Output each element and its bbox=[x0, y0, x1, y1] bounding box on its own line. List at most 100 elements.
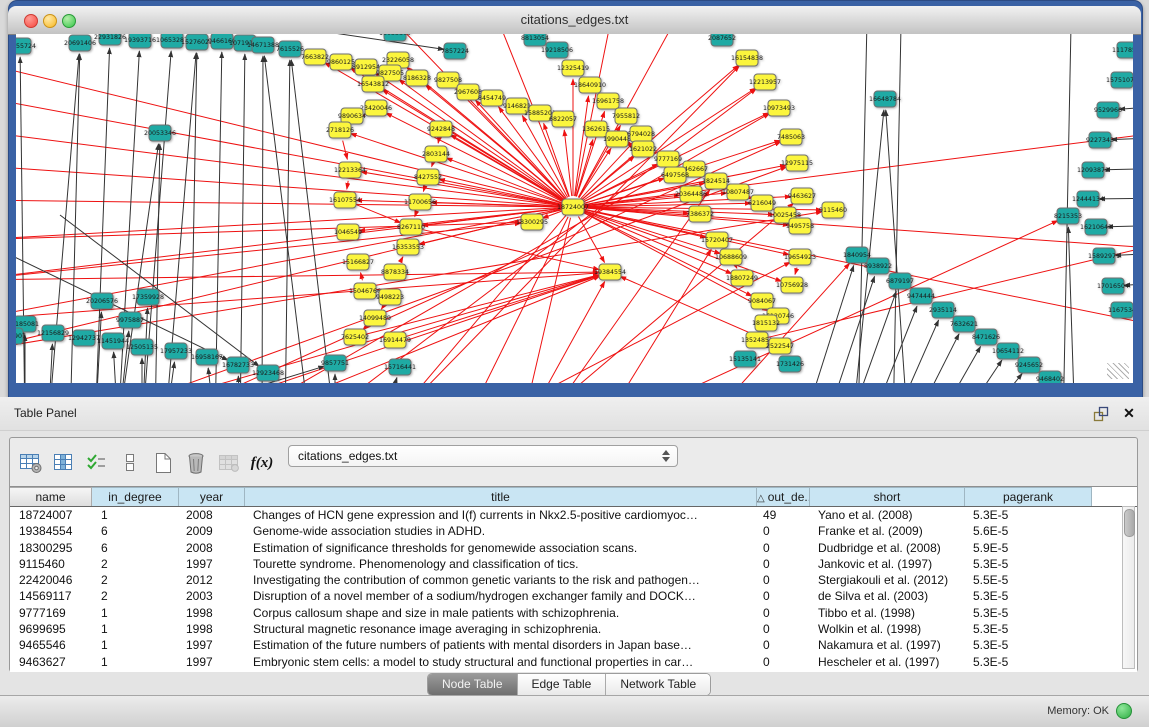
graph-node[interactable]: 20691406 bbox=[64, 35, 96, 51]
graph-node[interactable]: 15720407 bbox=[701, 232, 733, 248]
graph-node[interactable]: 12213364 bbox=[334, 162, 366, 178]
graph-node[interactable]: 1824514 bbox=[702, 173, 730, 189]
graph-node[interactable]: 7857224 bbox=[441, 43, 469, 59]
graph-node[interactable]: 16154838 bbox=[731, 50, 763, 66]
graph-node[interactable]: 6497568 bbox=[661, 167, 689, 183]
column-header-name[interactable]: name bbox=[10, 487, 92, 506]
table-row[interactable]: 1872400712008Changes of HCN gene express… bbox=[10, 507, 1137, 523]
graph-node[interactable]: 2935114 bbox=[929, 302, 957, 318]
graph-node[interactable]: 8215353 bbox=[1054, 208, 1082, 224]
show-columns-icon[interactable] bbox=[51, 450, 77, 476]
graph-node[interactable]: 18807249 bbox=[726, 270, 758, 286]
column-checklist-icon[interactable] bbox=[84, 450, 110, 476]
graph-node[interactable]: 19654923 bbox=[784, 249, 816, 265]
column-header-in-degree[interactable]: in_degree bbox=[92, 487, 179, 506]
graph-node[interactable]: 9474444 bbox=[907, 288, 935, 304]
graph-node[interactable]: 9115460 bbox=[819, 202, 847, 218]
graph-node[interactable]: 15135141 bbox=[729, 351, 761, 367]
graph-node[interactable]: 12444134 bbox=[1072, 191, 1104, 207]
graph-node[interactable]: 9242848 bbox=[427, 121, 455, 137]
table-row[interactable]: 977716911998Corpus callosum shape and si… bbox=[10, 605, 1137, 621]
graph-node[interactable]: 19218506 bbox=[541, 42, 573, 58]
graph-node[interactable]: 14099489 bbox=[359, 310, 391, 326]
graph-node[interactable]: 7485063 bbox=[777, 129, 805, 145]
graph-node[interactable]: 12923468 bbox=[252, 365, 284, 381]
graph-node[interactable]: 17359928 bbox=[132, 289, 164, 305]
graph-node[interactable]: 12975115 bbox=[781, 155, 813, 171]
graph-node[interactable]: 8427552 bbox=[414, 169, 442, 185]
graph-node[interactable]: 1815132 bbox=[752, 315, 780, 331]
graph-node[interactable]: 9777169 bbox=[654, 151, 682, 167]
column-header-year[interactable]: year bbox=[179, 487, 245, 506]
graph-node[interactable]: 18640910 bbox=[574, 77, 606, 93]
graph-node[interactable]: 18724007 bbox=[557, 199, 589, 215]
graph-node[interactable]: 6216049 bbox=[748, 195, 776, 211]
graph-node[interactable]: 7663822 bbox=[301, 49, 329, 65]
graph-node[interactable]: 8471626 bbox=[972, 329, 1000, 345]
graph-node[interactable]: 22931826 bbox=[94, 34, 126, 45]
graph-node[interactable]: 15751074 bbox=[1106, 72, 1133, 88]
graph-node[interactable]: 12156829 bbox=[37, 325, 69, 341]
table-settings-icon[interactable] bbox=[18, 450, 44, 476]
graph-node[interactable]: 9529966 bbox=[1094, 102, 1122, 118]
graph-node[interactable]: 12942737 bbox=[68, 330, 100, 346]
graph-node[interactable]: 2087652 bbox=[708, 34, 736, 46]
table-scrollbar-thumb[interactable] bbox=[1124, 509, 1135, 537]
row-boxes-icon[interactable] bbox=[117, 450, 143, 476]
graph-node[interactable]: 10973493 bbox=[763, 100, 795, 116]
graph-node[interactable]: 16914479 bbox=[379, 332, 411, 348]
graph-node[interactable]: 19393716 bbox=[124, 34, 156, 48]
table-row[interactable]: 946362711997Embryonic stem cells: a mode… bbox=[10, 654, 1137, 670]
graph-node[interactable]: 2718126 bbox=[326, 122, 354, 138]
table-row[interactable]: 2242004622012Investigating the contribut… bbox=[10, 572, 1137, 588]
network-window-titlebar[interactable]: citations_edges.txt bbox=[8, 6, 1141, 35]
graph-node[interactable]: 7615526 bbox=[276, 41, 304, 57]
graph-node[interactable]: 16210643 bbox=[1080, 219, 1112, 235]
delete-table-icon[interactable] bbox=[216, 450, 242, 476]
table-row[interactable]: 911546021997Tourette syndrome. Phenomeno… bbox=[10, 556, 1137, 572]
graph-node[interactable]: 8813054 bbox=[521, 34, 549, 46]
graph-node[interactable]: 1731426 bbox=[776, 356, 804, 372]
graph-node[interactable]: 9084067 bbox=[748, 293, 776, 309]
graph-node[interactable]: 9468402 bbox=[1036, 371, 1064, 383]
column-header-title[interactable]: title bbox=[245, 487, 757, 506]
graph-node[interactable]: 6822057 bbox=[549, 111, 577, 127]
graph-node[interactable]: 15892971 bbox=[1088, 248, 1120, 264]
graph-node[interactable]: 16107554 bbox=[329, 192, 361, 208]
graph-node[interactable]: 14671388 bbox=[247, 37, 279, 53]
graph-node[interactable]: 9860125 bbox=[327, 54, 355, 70]
graph-node[interactable]: 10756928 bbox=[776, 277, 808, 293]
graph-node[interactable]: 11178528 bbox=[1112, 42, 1133, 58]
graph-node[interactable]: 1621022 bbox=[629, 141, 657, 157]
graph-node[interactable]: 8454749 bbox=[478, 90, 506, 106]
table-selector-dropdown[interactable]: citations_edges.txt bbox=[288, 445, 678, 467]
graph-node[interactable]: 9857751 bbox=[321, 355, 349, 371]
column-header-pagerank[interactable]: pagerank bbox=[965, 487, 1092, 506]
graph-node[interactable]: 17016504 bbox=[1097, 278, 1129, 294]
graph-node[interactable]: 20364486 bbox=[675, 186, 707, 202]
close-panel-icon[interactable]: ✕ bbox=[1121, 404, 1137, 422]
graph-node[interactable]: 12213957 bbox=[749, 74, 781, 90]
float-panel-icon[interactable] bbox=[1093, 406, 1109, 422]
graph-node[interactable]: 16543812 bbox=[357, 76, 389, 92]
graph-node[interactable]: 11700656 bbox=[404, 194, 436, 210]
network-canvas[interactable]: 2405572420691406229318261939371610653287… bbox=[16, 34, 1133, 383]
graph-node[interactable]: 10688609 bbox=[715, 249, 747, 265]
tab-network-table[interactable]: Network Table bbox=[605, 674, 710, 695]
graph-node[interactable]: 20053346 bbox=[144, 125, 176, 141]
graph-node[interactable]: 16648784 bbox=[869, 91, 901, 107]
tab-node-table[interactable]: Node Table bbox=[428, 674, 517, 695]
graph-node[interactable]: 10807487 bbox=[722, 184, 754, 200]
graph-node[interactable]: 9975887 bbox=[116, 312, 144, 328]
graph-node[interactable]: 9463627 bbox=[788, 188, 816, 204]
graph-node[interactable]: 1167534 bbox=[1108, 302, 1133, 318]
graph-node[interactable]: 8267110 bbox=[397, 219, 425, 235]
graph-node[interactable]: 10654112 bbox=[992, 343, 1024, 359]
table-row[interactable]: 969969511998Structural magnetic resonanc… bbox=[10, 621, 1137, 637]
citation-graph[interactable]: 2405572420691406229318261939371610653287… bbox=[16, 34, 1133, 383]
graph-node[interactable]: 9495758 bbox=[786, 218, 814, 234]
graph-node[interactable]: 12505135 bbox=[126, 339, 158, 355]
graph-node[interactable]: 18300295 bbox=[516, 214, 548, 230]
tab-edge-table[interactable]: Edge Table bbox=[517, 674, 606, 695]
graph-node[interactable]: 9245652 bbox=[1015, 357, 1043, 373]
